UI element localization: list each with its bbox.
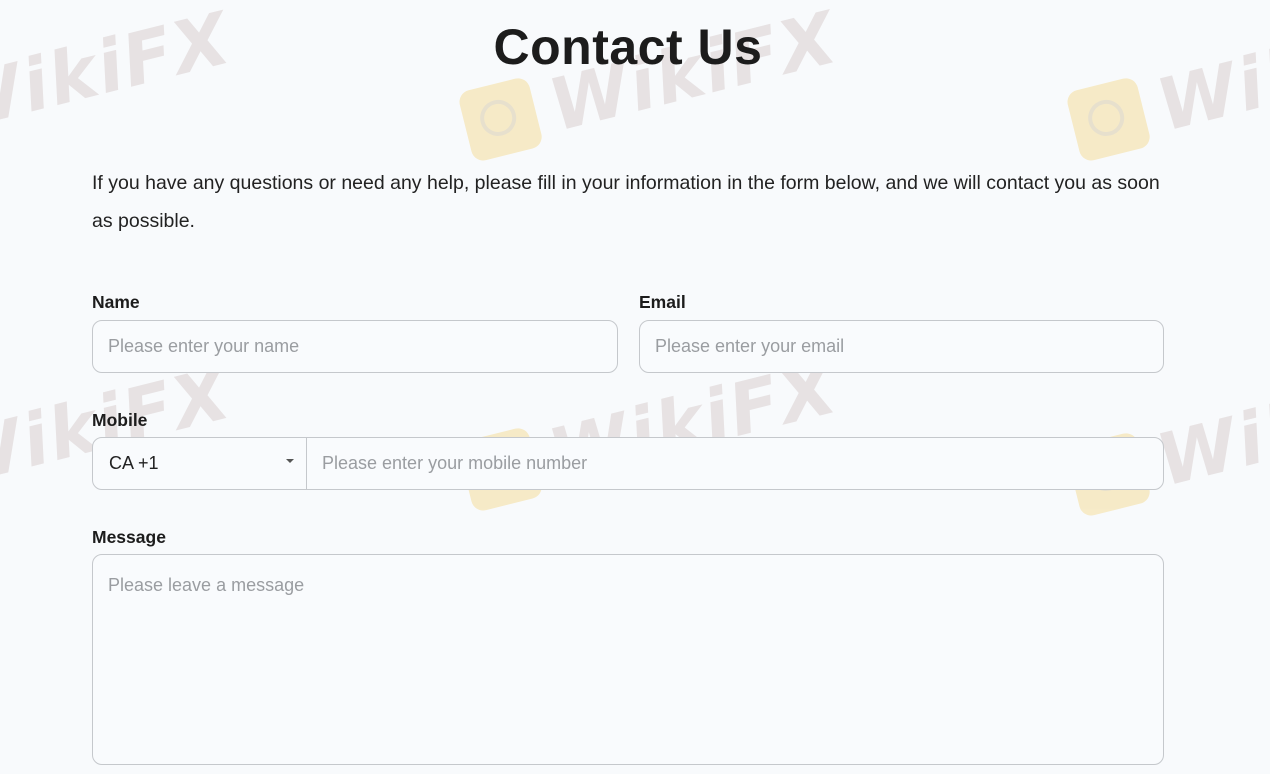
mobile-input[interactable] xyxy=(307,438,1163,489)
country-code-value: CA +1 xyxy=(109,453,159,473)
mobile-field-group: CA +1 xyxy=(92,437,1164,490)
name-input[interactable] xyxy=(92,320,618,373)
watermark-text: WikiFX xyxy=(1148,350,1270,503)
watermark-logo-icon xyxy=(456,75,545,164)
country-code-select[interactable]: CA +1 xyxy=(93,438,307,489)
email-label: Email xyxy=(639,292,686,312)
page-title: Contact Us xyxy=(493,19,763,75)
message-textarea[interactable] xyxy=(92,554,1164,765)
caret-down-icon xyxy=(286,459,294,463)
contact-page: WikiFX WikiFX WikiFX WikiFX WikiFX WikiF… xyxy=(0,0,1270,774)
mobile-label: Mobile xyxy=(92,410,148,430)
intro-text: If you have any questions or need any he… xyxy=(92,172,1160,232)
name-label: Name xyxy=(92,292,140,312)
message-label: Message xyxy=(92,527,166,547)
watermark-logo-icon xyxy=(1064,75,1153,164)
email-input[interactable] xyxy=(639,320,1164,373)
